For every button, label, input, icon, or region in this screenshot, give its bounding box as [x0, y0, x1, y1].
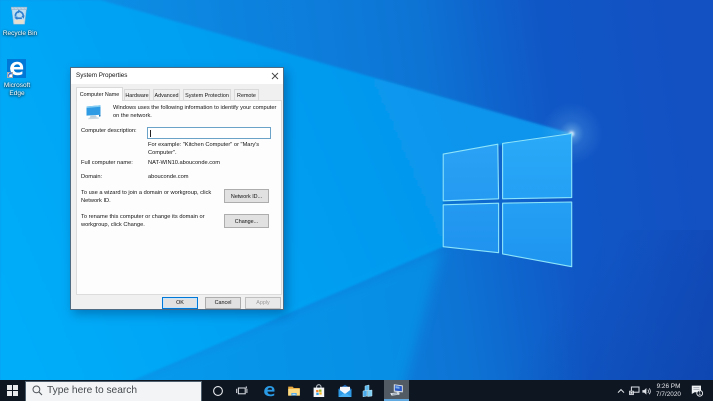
svg-text:1: 1 — [698, 391, 701, 397]
